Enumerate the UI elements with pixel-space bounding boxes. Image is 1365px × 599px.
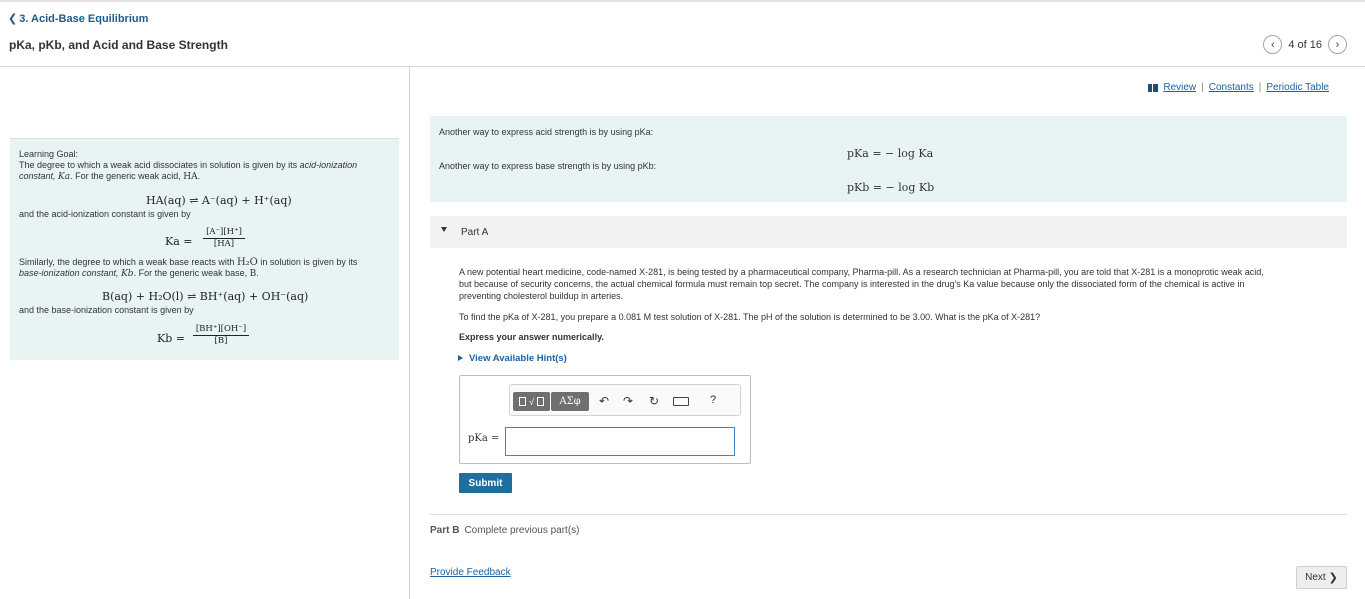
learning-goal-panel: Learning Goal: The degree to which a wea… xyxy=(10,138,399,360)
intro-panel: Another way to express acid strength is … xyxy=(430,116,1347,202)
keyboard-icon[interactable] xyxy=(673,397,689,406)
intro-acid-text: Another way to express acid strength is … xyxy=(439,127,654,137)
page-title: pKa, pKb, and Acid and Base Strength xyxy=(9,38,228,52)
learning-goal-heading: Learning Goal: xyxy=(19,149,79,159)
book-icon xyxy=(1148,83,1159,92)
submit-button[interactable]: Submit xyxy=(459,473,512,493)
acid-equilibrium-equation: HA(aq) ⇌ A⁻(aq) + H⁺(aq) xyxy=(146,194,292,207)
intro-base-text: Another way to express base strength is … xyxy=(439,161,657,171)
learning-goal-text-6: and the base-ionization constant is give… xyxy=(19,305,194,315)
part-a-label: Part A xyxy=(461,227,489,238)
part-b-header: Part B Complete previous part(s) xyxy=(430,525,580,536)
next-label: Next xyxy=(1305,572,1326,583)
base-equilibrium-equation: B(aq) + H₂O(l) ⇌ BH⁺(aq) + OH⁻(aq) xyxy=(102,290,309,303)
reset-icon[interactable]: ↻ xyxy=(649,394,659,408)
learning-goal-text-3: and the acid-ionization constant is give… xyxy=(19,209,191,219)
redo-icon[interactable]: ↷ xyxy=(623,394,633,408)
chevron-right-icon: ❯ xyxy=(1328,572,1338,584)
constants-link[interactable]: Constants xyxy=(1209,82,1254,93)
next-item-button[interactable]: › xyxy=(1328,35,1347,54)
resource-links: Review | Constants | Periodic Table xyxy=(1148,82,1329,93)
greek-symbols-button[interactable]: ΑΣφ xyxy=(551,392,589,411)
question-text: To find the pKa of X-281, you prepare a … xyxy=(459,312,1041,322)
header-divider xyxy=(0,66,1365,67)
answer-instruction: Express your answer numerically. xyxy=(459,332,604,342)
help-button[interactable]: ? xyxy=(710,394,716,406)
templates-button[interactable]: √ xyxy=(513,392,550,411)
problem-text-3: preventing cholesterol buildup in arteri… xyxy=(459,291,624,301)
ka-lhs: Ka = xyxy=(165,235,193,248)
part-divider xyxy=(430,514,1347,515)
provide-feedback-link[interactable]: Provide Feedback xyxy=(430,567,511,578)
template-square-icon xyxy=(519,397,527,406)
view-hints-toggle[interactable]: View Available Hint(s) xyxy=(458,353,567,364)
link-separator: | xyxy=(1258,82,1262,93)
view-hints-label: View Available Hint(s) xyxy=(469,353,567,364)
pka-answer-input[interactable] xyxy=(505,427,735,456)
chevron-right-icon: › xyxy=(1335,38,1340,51)
undo-icon[interactable]: ↶ xyxy=(599,394,609,408)
pager-label: 4 of 16 xyxy=(1288,38,1322,51)
collapse-triangle-icon xyxy=(441,227,447,232)
pka-definition: pKa = − log Ka xyxy=(847,147,934,160)
chevron-left-icon: ❮ xyxy=(8,13,18,25)
learning-goal-text-4: Similarly, the degree to which a weak ba… xyxy=(19,257,358,268)
learning-goal-text-2: constant, Ka. For the generic weak acid,… xyxy=(19,171,201,182)
caret-right-icon xyxy=(458,355,463,361)
learning-goal-text-5: base-ionization constant, Kb. For the ge… xyxy=(19,268,259,279)
kb-denominator: [B] xyxy=(214,336,228,346)
periodic-table-link[interactable]: Periodic Table xyxy=(1266,82,1329,93)
part-b-status: Complete previous part(s) xyxy=(464,525,580,536)
ka-denominator: [HA] xyxy=(213,239,235,249)
answer-box: √ ΑΣφ ↶ ↷ ↻ ? pKa = xyxy=(459,375,751,464)
problem-text-2: but because of security concerns, the ac… xyxy=(459,279,1245,289)
part-b-label: Part B xyxy=(430,525,460,536)
part-a-header[interactable]: Part A xyxy=(430,216,1347,248)
ka-expression: Ka = [A⁻][H⁺] [HA] xyxy=(165,227,255,257)
chevron-left-icon: ‹ xyxy=(1271,38,1275,51)
link-separator: | xyxy=(1201,82,1204,93)
answer-label: pKa = xyxy=(468,433,500,444)
ka-numerator: [A⁻][H⁺] xyxy=(206,227,242,237)
next-button[interactable]: Next ❯ xyxy=(1296,566,1347,589)
top-border xyxy=(0,0,1365,2)
learning-goal-text-1: The degree to which a weak acid dissocia… xyxy=(19,160,358,170)
column-divider xyxy=(409,66,410,599)
kb-lhs: Kb = xyxy=(157,332,185,345)
problem-text-1: A new potential heart medicine, code-nam… xyxy=(459,267,1264,277)
prev-item-button[interactable]: ‹ xyxy=(1263,35,1283,54)
review-link[interactable]: Review xyxy=(1163,82,1196,93)
kb-expression: Kb = [BH⁺][OH⁻] [B] xyxy=(157,324,267,354)
pager: ‹ 4 of 16 › xyxy=(1263,35,1347,54)
pkb-definition: pKb = − log Kb xyxy=(847,181,935,194)
root-icon: √ xyxy=(529,396,534,407)
math-toolbar: √ ΑΣφ ↶ ↷ ↻ ? xyxy=(509,384,741,416)
breadcrumb[interactable]: ❮ 3. Acid-Base Equilibrium xyxy=(8,12,148,25)
kb-numerator: [BH⁺][OH⁻] xyxy=(195,324,247,334)
template-square-icon xyxy=(536,397,544,406)
breadcrumb-label: 3. Acid-Base Equilibrium xyxy=(19,13,149,25)
